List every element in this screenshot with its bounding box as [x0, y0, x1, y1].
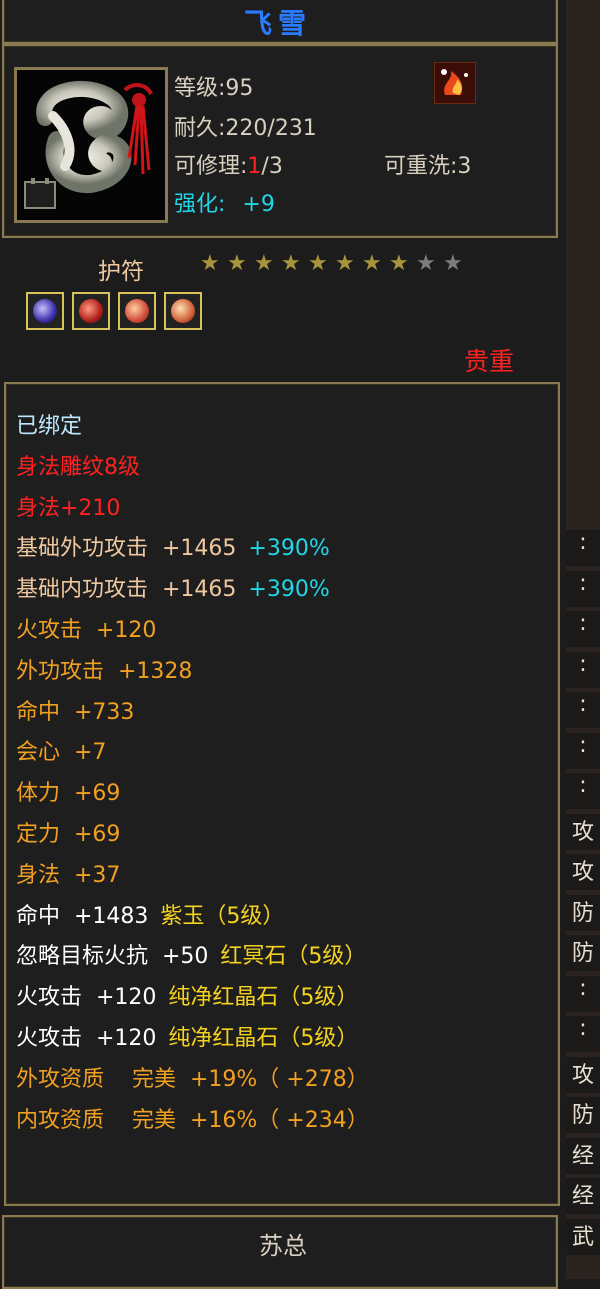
background-panel-cell: 经 — [566, 1178, 600, 1214]
gem-slot-3[interactable] — [118, 292, 156, 330]
background-panel-cell: : — [566, 570, 600, 607]
stat-text: 外功攻击 +1328 — [16, 658, 193, 684]
background-panel-cell: 防 — [566, 1097, 600, 1133]
background-panel-cell: 攻 — [566, 813, 600, 850]
star-filled-icon: ★ — [281, 251, 301, 276]
stat-line: 命中 +733 — [16, 694, 134, 726]
background-panel-cell: 武 — [566, 1218, 600, 1255]
stat-text: 已绑定 — [16, 414, 83, 439]
background-panel-cell: 攻 — [566, 1056, 600, 1093]
stat-text: 体力 +69 — [16, 781, 121, 807]
enhance-value: +9 — [242, 192, 275, 217]
stat-text: 定力 +69 — [16, 822, 121, 847]
red-crystal-icon — [171, 299, 195, 323]
stat-line: 身法 +37 — [16, 857, 120, 889]
level-line: 等级:95 — [174, 76, 254, 101]
stat-text: 会心 +7 — [16, 740, 107, 766]
background-panel-cell: 攻 — [566, 854, 600, 890]
stat-text: 身法+210 — [16, 495, 121, 521]
background-panel-cell: : — [566, 773, 600, 809]
gem-slot-1[interactable] — [26, 292, 64, 330]
background-panel-cell: : — [566, 530, 600, 566]
stat-text: 外攻资质 完美 +19%（ +278） — [16, 1066, 369, 1092]
purple-gem-icon — [33, 299, 57, 323]
stat-line: 已绑定 — [16, 408, 82, 440]
owner-name: 苏总 — [259, 1232, 307, 1260]
background-panel-cell: : — [566, 692, 600, 728]
repair-label: 可修理: — [174, 154, 248, 179]
rarity-label: 贵重 — [464, 347, 515, 376]
stat-text: 内攻资质 完美 +16%（ +234） — [16, 1107, 369, 1133]
stat-line: 体力 +69 — [16, 775, 120, 807]
star-filled-icon: ★ — [389, 251, 409, 276]
background-panel-cell: 防 — [566, 894, 600, 931]
repair-current: 1 — [247, 154, 262, 179]
star-empty-icon: ★ — [443, 251, 463, 276]
star-filled-icon: ★ — [227, 251, 247, 276]
stat-text: 忽略目标火抗 +50 — [16, 944, 209, 970]
background-panel-cell: 经 — [566, 1137, 600, 1174]
repair-line: 可修理:1/3 — [174, 148, 283, 180]
stat-line: 外功攻击 +1328 — [16, 653, 192, 685]
enhance-label: 强化: — [174, 192, 226, 217]
stat-text: 火攻击 +120 — [16, 1026, 157, 1051]
stat-text: 命中 +733 — [16, 699, 135, 725]
stat-text: 火攻击 +120 — [16, 985, 157, 1011]
item-type: 护符 — [98, 259, 144, 285]
stat-line: 命中 +1483 紫玉（5级） — [16, 898, 284, 930]
gem-slot-4[interactable] — [164, 292, 202, 330]
background-panel-cell: : — [566, 975, 600, 1012]
stat-text: 基础内功攻击 +1465 — [16, 577, 237, 603]
background-panel-cell: : — [566, 611, 600, 647]
red-gem-icon — [79, 299, 103, 323]
stat-text: 身法 +37 — [16, 862, 121, 888]
stat-line: 火攻击 +120 纯净红晶石（5级） — [16, 1020, 358, 1052]
item-tooltip: 飞雪 等级:95 耐久:220/231 可修理:1/3 可重洗:3 强化: +9… — [0, 0, 566, 1289]
stat-line: 定力 +69 — [16, 816, 120, 848]
stat-line: 忽略目标火抗 +50 红冥石（5级） — [16, 938, 366, 970]
stat-extra: 红冥石（5级） — [220, 944, 367, 970]
background-panel-cell: : — [566, 651, 600, 688]
star-filled-icon: ★ — [254, 251, 274, 276]
fire-status-icon[interactable] — [434, 62, 476, 104]
item-name: 飞雪 — [243, 7, 312, 40]
enhance-line: 强化: +9 — [174, 186, 275, 218]
star-filled-icon: ★ — [335, 251, 355, 276]
stat-line: 身法+210 — [16, 490, 120, 522]
stat-extra: 紫玉（5级） — [160, 903, 285, 929]
red-crystal-icon — [125, 299, 149, 323]
stat-line: 基础内功攻击 +1465 +390% — [16, 571, 330, 603]
stat-extra: 纯净红晶石（5级） — [168, 985, 359, 1011]
rewash-line: 可重洗:3 — [384, 154, 472, 179]
stat-text: 基础外功攻击 +1465 — [16, 536, 237, 562]
stat-line: 内攻资质 完美 +16%（ +234） — [16, 1102, 369, 1134]
stat-line: 身法雕纹8级 — [16, 449, 140, 481]
background-panel-cell: : — [566, 1016, 600, 1052]
star-empty-icon: ★ — [416, 251, 436, 276]
stat-line: 火攻击 +120 纯净红晶石（5级） — [16, 979, 358, 1011]
star-filled-icon: ★ — [308, 251, 328, 276]
stat-extra: +390% — [248, 536, 330, 562]
gem-slot-2[interactable] — [72, 292, 110, 330]
stat-line: 基础外功攻击 +1465 +390% — [16, 530, 330, 562]
item-portrait — [14, 67, 168, 223]
star-rating: ★ ★ ★ ★ ★ ★ ★ ★ ★ ★ — [200, 253, 470, 277]
stat-extra: 纯净红晶石（5级） — [168, 1026, 359, 1051]
stat-line: 火攻击 +120 — [16, 612, 156, 644]
durability-line: 耐久:220/231 — [174, 116, 317, 141]
star-filled-icon: ★ — [362, 251, 382, 276]
jade-pendant-icon — [17, 70, 165, 220]
background-panel-cell: : — [566, 732, 600, 769]
stat-text: 火攻击 +120 — [16, 618, 157, 643]
stat-line: 会心 +7 — [16, 734, 106, 766]
stat-text: 身法雕纹8级 — [16, 454, 140, 480]
background-panel-cell: 防 — [566, 935, 600, 971]
stat-line: 外攻资质 完美 +19%（ +278） — [16, 1061, 369, 1093]
star-filled-icon: ★ — [200, 251, 220, 276]
stat-extra: +390% — [248, 577, 330, 603]
stat-text: 命中 +1483 — [16, 903, 149, 929]
repair-total: /3 — [261, 154, 283, 179]
